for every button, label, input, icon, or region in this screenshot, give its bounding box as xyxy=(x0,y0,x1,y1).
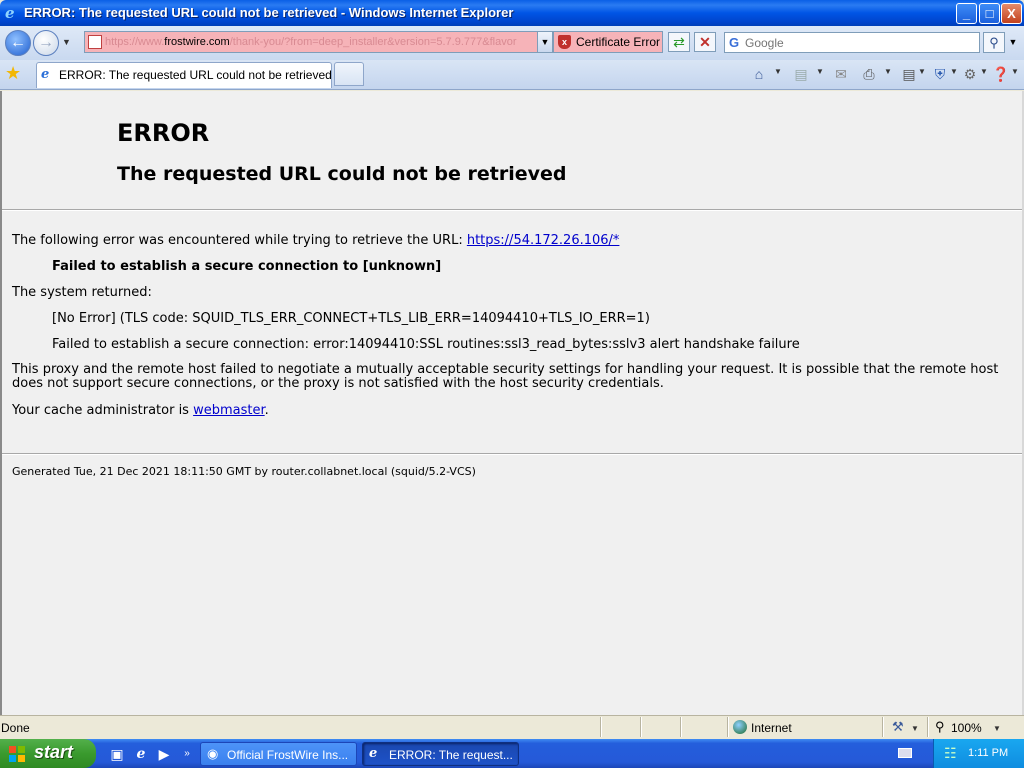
stop-button[interactable]: ✕ xyxy=(694,32,716,52)
webmaster-link[interactable]: webmaster xyxy=(193,403,265,418)
keyboard-icon[interactable] xyxy=(898,748,912,758)
quicklaunch-ie-icon[interactable]: e xyxy=(132,745,150,763)
system-returned-label: The system returned: xyxy=(12,285,152,300)
search-box[interactable]: G xyxy=(724,32,980,53)
status-divider xyxy=(882,717,884,737)
security-zone-label[interactable]: Internet xyxy=(751,721,792,735)
search-options-dropdown-icon[interactable]: ▼ xyxy=(1006,32,1020,53)
status-divider xyxy=(927,717,929,737)
admin-text: Your cache administrator is xyxy=(12,403,194,418)
tab-error-page[interactable]: e ERROR: The requested URL could not be … xyxy=(36,62,332,88)
status-divider xyxy=(600,717,602,737)
generated-footer: Generated Tue, 21 Dec 2021 18:11:50 GMT … xyxy=(12,465,476,478)
status-divider xyxy=(640,717,642,737)
taskbar-item-frostwire-installer[interactable]: ◉ Official FrostWire Ins... xyxy=(200,742,357,766)
certificate-error-label: Certificate Error xyxy=(576,35,661,49)
zoom-dropdown-icon[interactable]: ▼ xyxy=(993,724,1001,733)
quicklaunch-media-player-icon[interactable]: ▶ xyxy=(155,745,173,763)
error-url-text: The following error was encountered whil… xyxy=(12,233,467,248)
tab-label: ERROR: The requested URL could not be re… xyxy=(59,68,332,82)
frostwire-icon: ◉ xyxy=(207,746,219,761)
admin-line: Your cache administrator is webmaster. xyxy=(12,403,269,418)
safety-dropdown-icon[interactable]: ▼ xyxy=(950,67,958,76)
start-button[interactable]: start xyxy=(0,739,96,768)
certificate-error-button[interactable]: x Certificate Error xyxy=(553,31,663,53)
protected-mode-dropdown-icon[interactable]: ▼ xyxy=(911,724,919,733)
explanation-paragraph: This proxy and the remote host failed to… xyxy=(12,362,999,391)
search-input[interactable] xyxy=(745,35,975,50)
ie-logo-icon: e xyxy=(5,4,15,22)
address-text: https://www.frostwire.com/thank-you/?fro… xyxy=(105,36,517,48)
page-content: ERROR The requested URL could not be ret… xyxy=(0,91,1022,715)
window-title: ERROR: The requested URL could not be re… xyxy=(24,5,514,20)
tools-dropdown-icon[interactable]: ▼ xyxy=(980,67,988,76)
start-label: start xyxy=(34,742,74,762)
taskbar-item-label: Official FrostWire Ins... xyxy=(227,748,349,762)
error-reason: Failed to establish a secure connection … xyxy=(52,259,442,274)
zoom-magnifier-icon[interactable]: ⚲ xyxy=(935,719,945,735)
print-dropdown-icon[interactable]: ▼ xyxy=(884,67,892,76)
windows-flag-icon xyxy=(9,746,25,762)
taskbar-item-label: ERROR: The request... xyxy=(389,748,513,762)
google-g-icon: G xyxy=(729,35,740,50)
home-dropdown-icon[interactable]: ▼ xyxy=(774,67,782,76)
protected-mode-icon[interactable]: ⚒ xyxy=(892,719,904,735)
address-dropdown-icon[interactable]: ▼ xyxy=(537,31,553,53)
ie-page-icon: e xyxy=(41,67,50,82)
shield-x-icon: x xyxy=(558,35,571,49)
admin-period: . xyxy=(264,403,269,418)
url-host: frostwire.com xyxy=(164,36,230,48)
page-dropdown-icon[interactable]: ▼ xyxy=(918,67,926,76)
maximize-button[interactable]: □ xyxy=(979,3,1000,24)
zoom-level[interactable]: 100% xyxy=(951,721,982,735)
new-tab-button[interactable] xyxy=(334,62,364,86)
page-subtitle: The requested URL could not be retrieved xyxy=(117,163,567,185)
quicklaunch-more-icon[interactable]: » xyxy=(178,745,196,763)
url-suffix: /thank-you/?from=deep_installer&version=… xyxy=(229,36,517,48)
favorites-star-icon[interactable]: ★ xyxy=(5,63,21,83)
mail-icon[interactable]: ✉ xyxy=(832,64,850,84)
back-button[interactable]: ← xyxy=(5,30,31,56)
url-prefix: https://www. xyxy=(105,36,165,48)
home-icon[interactable]: ⌂ xyxy=(750,64,768,84)
tls-code-line: [No Error] (TLS code: SQUID_TLS_ERR_CONN… xyxy=(52,311,650,326)
print-icon[interactable]: ⎙ xyxy=(860,64,878,84)
status-divider xyxy=(727,717,729,737)
status-text: Done xyxy=(1,721,30,735)
help-dropdown-icon[interactable]: ▼ xyxy=(1011,67,1019,76)
quicklaunch-explorer-icon[interactable]: ▣ xyxy=(108,745,126,763)
search-button[interactable]: ⚲ xyxy=(983,32,1005,53)
ssl-error-line: Failed to establish a secure connection:… xyxy=(52,337,800,352)
feeds-icon[interactable]: ▤ xyxy=(792,64,810,84)
feeds-dropdown-icon[interactable]: ▼ xyxy=(816,67,824,76)
footer-divider xyxy=(2,453,1022,455)
page-menu-icon[interactable]: ▤ xyxy=(900,64,918,84)
error-url-line: The following error was encountered whil… xyxy=(12,233,619,248)
network-tray-icon[interactable]: ☷ xyxy=(944,745,957,762)
clock[interactable]: 1:11 PM xyxy=(968,747,1008,759)
taskbar-item-ie-error[interactable]: e ERROR: The request... xyxy=(362,742,519,766)
error-url-link[interactable]: https://54.172.26.106/* xyxy=(467,233,620,248)
close-button[interactable]: X xyxy=(1001,3,1022,24)
minimize-button[interactable]: _ xyxy=(956,3,977,24)
page-icon xyxy=(88,35,102,49)
refresh-button[interactable]: ⇄ xyxy=(668,32,690,52)
help-icon[interactable]: ❓ xyxy=(992,64,1010,84)
page-title: ERROR xyxy=(117,119,210,147)
tools-gear-icon[interactable]: ⚙ xyxy=(961,64,979,84)
status-divider xyxy=(680,717,682,737)
forward-button[interactable]: → xyxy=(33,30,59,56)
status-bar xyxy=(0,715,1024,739)
header-divider xyxy=(2,209,1022,211)
address-bar[interactable]: https://www.frostwire.com/thank-you/?fro… xyxy=(84,31,554,53)
safety-shield-icon[interactable]: ⛨ xyxy=(931,64,949,84)
ie-icon: e xyxy=(369,746,378,761)
internet-globe-icon xyxy=(733,720,747,734)
recent-pages-dropdown-icon[interactable]: ▼ xyxy=(62,37,71,47)
